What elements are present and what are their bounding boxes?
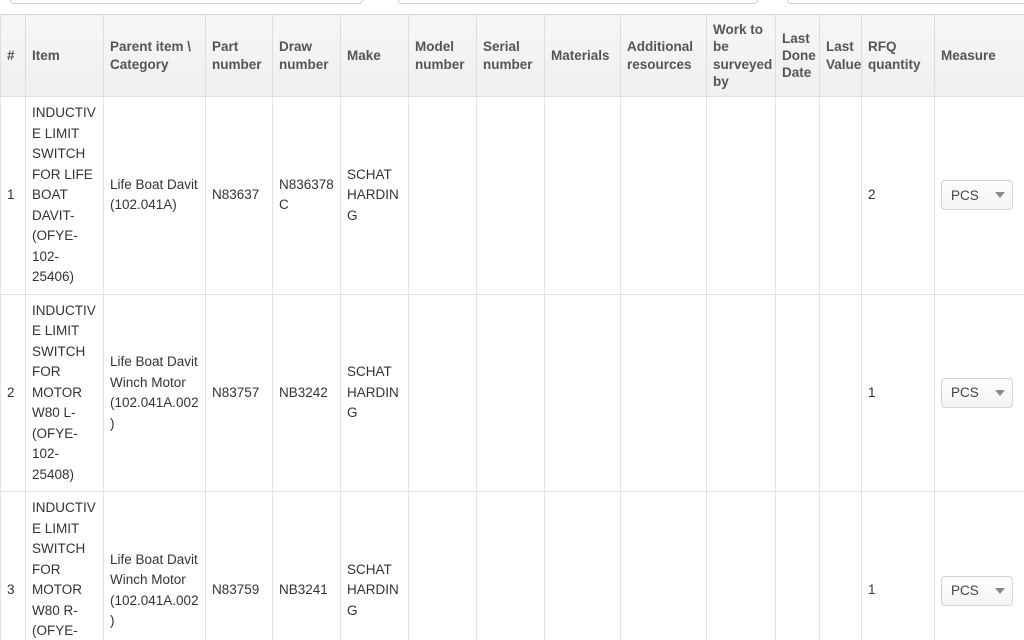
cell-work-to-be-surveyed-by bbox=[706, 293, 776, 493]
cell-index: 3 bbox=[0, 491, 26, 640]
column-header-model-number[interactable]: Model number bbox=[408, 13, 477, 98]
chevron-down-icon bbox=[995, 587, 1005, 594]
column-header-index[interactable]: # bbox=[0, 13, 26, 98]
cell-parent: Life Boat Davit Winch Motor (102.041A.00… bbox=[103, 293, 206, 493]
cell-parent: Life Boat Davit (102.041A) bbox=[103, 96, 206, 295]
column-header-draw-number[interactable]: Draw number bbox=[272, 13, 341, 98]
cell-last-done-date bbox=[775, 491, 820, 640]
measure-select[interactable]: PCS bbox=[941, 575, 1013, 606]
cell-model bbox=[408, 491, 477, 640]
top-filter-strip bbox=[0, 0, 1024, 14]
cell-serial bbox=[476, 491, 545, 640]
measure-select-value: PCS bbox=[951, 385, 979, 401]
column-header-additional-resources[interactable]: Additional resources bbox=[620, 13, 707, 98]
cell-serial bbox=[476, 96, 545, 295]
cell-draw: N836378C bbox=[272, 96, 341, 295]
items-table: # Item Parent item \ Category Part numbe… bbox=[0, 13, 1024, 640]
cell-last-done-date bbox=[775, 96, 820, 295]
chevron-down-icon bbox=[995, 192, 1005, 199]
measure-select[interactable]: PCS bbox=[941, 378, 1013, 409]
chevron-down-icon bbox=[995, 390, 1005, 397]
table-body: 1 INDUCTIVE LIMIT SWITCH FOR LIFE BOAT D… bbox=[0, 96, 1024, 640]
column-header-item[interactable]: Item bbox=[25, 13, 104, 98]
column-header-make[interactable]: Make bbox=[340, 13, 409, 98]
table-header: # Item Parent item \ Category Part numbe… bbox=[0, 13, 1024, 98]
cell-make: SCHAT HARDING bbox=[340, 96, 409, 295]
measure-select-value: PCS bbox=[951, 187, 979, 203]
cell-additional-resources bbox=[620, 96, 707, 295]
cell-additional-resources bbox=[620, 293, 707, 493]
cell-measure: PCS bbox=[934, 491, 1024, 640]
cell-part: N83757 bbox=[205, 293, 273, 493]
cell-rfq-quantity[interactable]: 1 bbox=[861, 293, 935, 493]
table-header-row: # Item Parent item \ Category Part numbe… bbox=[0, 13, 1024, 98]
column-header-parent-item-category[interactable]: Parent item \ Category bbox=[103, 13, 206, 98]
table-row[interactable]: 2 INDUCTIVE LIMIT SWITCH FOR MOTOR W80 L… bbox=[0, 293, 1024, 493]
cell-index: 2 bbox=[0, 293, 26, 493]
column-header-measure[interactable]: Measure bbox=[934, 13, 1024, 98]
column-header-last-value[interactable]: Last Value bbox=[819, 13, 862, 98]
cell-item: INDUCTIVE LIMIT SWITCH FOR LIFE BOAT DAV… bbox=[25, 96, 104, 295]
column-header-rfq-quantity[interactable]: RFQ quantity bbox=[861, 13, 935, 98]
cell-last-value bbox=[819, 96, 862, 295]
cell-measure: PCS bbox=[934, 293, 1024, 493]
cell-part: N83759 bbox=[205, 491, 273, 640]
measure-select[interactable]: PCS bbox=[941, 180, 1013, 211]
filter-input-2[interactable] bbox=[398, 0, 758, 4]
column-header-serial-number[interactable]: Serial number bbox=[476, 13, 545, 98]
cell-additional-resources bbox=[620, 491, 707, 640]
cell-work-to-be-surveyed-by bbox=[706, 491, 776, 640]
cell-model bbox=[408, 293, 477, 493]
column-header-materials[interactable]: Materials bbox=[544, 13, 621, 98]
cell-serial bbox=[476, 293, 545, 493]
table-row[interactable]: 3 INDUCTIVE LIMIT SWITCH FOR MOTOR W80 R… bbox=[0, 491, 1024, 640]
cell-part: N83637 bbox=[205, 96, 273, 295]
cell-index: 1 bbox=[0, 96, 26, 295]
cell-last-done-date bbox=[775, 293, 820, 493]
cell-model bbox=[408, 96, 477, 295]
filter-input-1[interactable] bbox=[10, 0, 363, 4]
cell-rfq-quantity[interactable]: 2 bbox=[861, 96, 935, 295]
cell-materials bbox=[544, 491, 621, 640]
cell-last-value bbox=[819, 293, 862, 493]
measure-select-value: PCS bbox=[951, 582, 979, 598]
cell-measure: PCS bbox=[934, 96, 1024, 295]
cell-item: INDUCTIVE LIMIT SWITCH FOR MOTOR W80 L-(… bbox=[25, 293, 104, 493]
cell-item: INDUCTIVE LIMIT SWITCH FOR MOTOR W80 R-(… bbox=[25, 491, 104, 640]
cell-materials bbox=[544, 96, 621, 295]
cell-last-value bbox=[819, 491, 862, 640]
cell-draw: NB3242 bbox=[272, 293, 341, 493]
filter-input-3[interactable] bbox=[787, 0, 1024, 4]
cell-make: SCHAT HARDING bbox=[340, 491, 409, 640]
cell-rfq-quantity[interactable]: 1 bbox=[861, 491, 935, 640]
cell-make: SCHAT HARDING bbox=[340, 293, 409, 493]
cell-materials bbox=[544, 293, 621, 493]
table-row[interactable]: 1 INDUCTIVE LIMIT SWITCH FOR LIFE BOAT D… bbox=[0, 96, 1024, 295]
column-header-part-number[interactable]: Part number bbox=[205, 13, 273, 98]
cell-draw: NB3241 bbox=[272, 491, 341, 640]
column-header-work-to-be-surveyed-by[interactable]: Work to be surveyed by bbox=[706, 13, 776, 98]
cell-parent: Life Boat Davit Winch Motor (102.041A.00… bbox=[103, 491, 206, 640]
column-header-last-done-date[interactable]: Last Done Date bbox=[775, 13, 820, 98]
cell-work-to-be-surveyed-by bbox=[706, 96, 776, 295]
